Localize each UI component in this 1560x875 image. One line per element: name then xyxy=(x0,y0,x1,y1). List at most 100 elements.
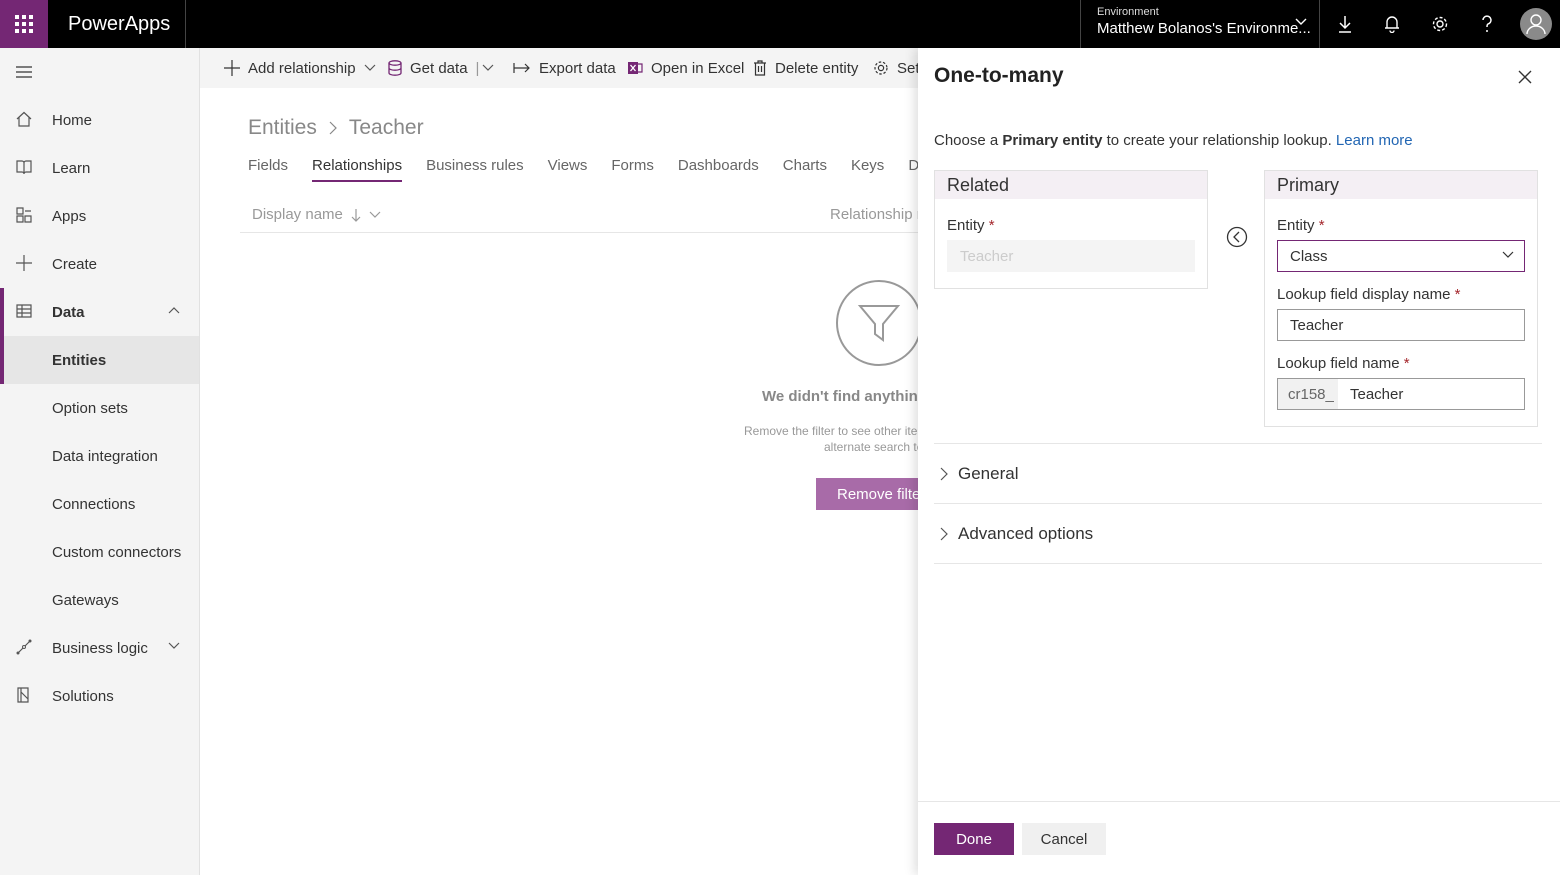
primary-card: Primary Entity * Class Lookup field disp… xyxy=(1264,170,1538,427)
app-brand[interactable]: PowerApps xyxy=(48,0,186,48)
empty-state-text: alternate search te xyxy=(824,440,924,454)
export-arrow-icon xyxy=(513,62,539,74)
learn-more-link[interactable]: Learn more xyxy=(1336,132,1413,149)
excel-icon xyxy=(627,60,651,76)
nav-label: Create xyxy=(52,255,98,273)
get-data-dropdown[interactable] xyxy=(482,48,502,88)
delete-entity-button[interactable]: Delete entity xyxy=(753,48,858,88)
notifications-button[interactable] xyxy=(1368,0,1416,48)
close-icon[interactable] xyxy=(1518,70,1532,84)
done-button[interactable]: Done xyxy=(934,823,1014,855)
flow-icon xyxy=(16,639,32,655)
hamburger-icon[interactable] xyxy=(16,66,32,78)
account-button[interactable] xyxy=(1512,0,1560,48)
command-bar: Add relationship Get data | Export data … xyxy=(200,48,920,88)
nav-item-option-sets[interactable]: Option sets xyxy=(0,384,199,432)
nav-label: Custom connectors xyxy=(52,543,182,561)
user-icon xyxy=(1526,13,1546,35)
tab-dashboards[interactable]: Dashboards xyxy=(678,157,759,182)
column-label: Display name xyxy=(252,206,343,223)
column-header-relationship-name[interactable]: Relationship n xyxy=(830,206,925,223)
nav-item-entities[interactable]: Entities xyxy=(0,336,199,384)
sort-down-arrow-icon xyxy=(351,208,361,222)
related-header: Related xyxy=(935,171,1207,199)
left-navigation: Home Learn Apps Create Data Entities Opt… xyxy=(0,48,200,875)
split-divider: | xyxy=(475,59,480,77)
download-button[interactable] xyxy=(1321,0,1369,48)
nav-item-data[interactable]: Data xyxy=(0,288,199,336)
top-bar: PowerApps Environment Matthew Bolanos's … xyxy=(0,0,1560,48)
app-launcher-button[interactable] xyxy=(0,0,48,48)
tab-forms[interactable]: Forms xyxy=(611,157,654,182)
chevron-down-icon xyxy=(1295,18,1307,26)
chevron-right-icon xyxy=(329,121,337,135)
nav-label: Apps xyxy=(52,207,87,225)
help-button[interactable] xyxy=(1463,0,1511,48)
label-text: Lookup field name xyxy=(1277,355,1400,372)
nav-label: Data integration xyxy=(52,447,158,465)
tab-business-rules[interactable]: Business rules xyxy=(426,157,524,182)
chevron-down-icon xyxy=(1502,251,1514,259)
chevron-down-icon xyxy=(364,64,384,72)
nav-item-home[interactable]: Home xyxy=(0,96,199,144)
empty-state-text: Remove the filter to see other ite xyxy=(744,424,918,438)
environment-picker[interactable]: Environment Matthew Bolanos's Environme.… xyxy=(1080,0,1320,48)
nav-item-connections[interactable]: Connections xyxy=(0,480,199,528)
home-icon xyxy=(16,111,32,127)
nav-item-apps[interactable]: Apps xyxy=(0,192,199,240)
column-header-display-name[interactable]: Display name xyxy=(252,206,381,223)
environment-label: Environment xyxy=(1097,6,1159,18)
tab-views[interactable]: Views xyxy=(548,157,588,182)
required-marker: * xyxy=(988,217,995,234)
column-label: Relationship n xyxy=(830,206,926,223)
nav-label: Business logic xyxy=(52,639,148,657)
label-text: Lookup field display name xyxy=(1277,286,1451,303)
footer-divider xyxy=(918,801,1560,802)
get-data-button[interactable]: Get data | xyxy=(388,48,479,88)
add-relationship-button[interactable]: Add relationship xyxy=(224,48,384,88)
nav-item-custom-connectors[interactable]: Custom connectors xyxy=(0,528,199,576)
nav-item-solutions[interactable]: Solutions xyxy=(0,672,199,720)
advanced-options-toggle[interactable]: Advanced options xyxy=(934,503,1542,563)
panel-title: One-to-many xyxy=(934,64,1064,87)
nav-item-business-logic[interactable]: Business logic xyxy=(0,624,199,672)
primary-entity-select[interactable]: Class xyxy=(1277,240,1525,272)
label-text: Entity xyxy=(947,217,985,234)
delete-entity-label: Delete entity xyxy=(775,59,859,77)
required-marker: * xyxy=(1318,217,1325,234)
one-to-many-panel: One-to-many Choose a Primary entity to c… xyxy=(918,48,1560,875)
section-divider xyxy=(934,563,1542,564)
nav-item-data-integration[interactable]: Data integration xyxy=(0,432,199,480)
nav-label: Entities xyxy=(52,351,107,369)
tab-keys[interactable]: Keys xyxy=(851,157,884,182)
general-section-label: General xyxy=(958,463,1019,483)
nav-label: Data xyxy=(52,303,85,321)
required-marker: * xyxy=(1403,355,1410,372)
general-section-toggle[interactable]: General xyxy=(934,443,1542,503)
settings-button[interactable] xyxy=(1416,0,1464,48)
database-icon xyxy=(388,60,410,76)
tab-relationships[interactable]: Relationships xyxy=(312,157,403,182)
desc-prefix: Choose a xyxy=(934,132,1003,149)
panel-description: Choose a Primary entity to create your r… xyxy=(934,132,1413,149)
export-data-button[interactable]: Export data xyxy=(513,48,616,88)
settings-command-button[interactable]: Set xyxy=(873,48,920,88)
nav-item-create[interactable]: Create xyxy=(0,240,199,288)
label-text: Entity xyxy=(1277,217,1315,234)
swap-direction-icon[interactable] xyxy=(1226,226,1248,248)
breadcrumb-root[interactable]: Entities xyxy=(248,116,317,140)
open-in-excel-button[interactable]: Open in Excel xyxy=(627,48,744,88)
lookup-display-name-input[interactable]: Teacher xyxy=(1277,309,1525,341)
environment-name: Matthew Bolanos's Environme... xyxy=(1097,20,1311,37)
tab-charts[interactable]: Charts xyxy=(783,157,827,182)
header-divider xyxy=(240,232,918,233)
nav-item-gateways[interactable]: Gateways xyxy=(0,576,199,624)
lookup-field-name-input[interactable]: cr158_ Teacher xyxy=(1277,378,1525,410)
plus-icon xyxy=(16,255,32,271)
nav-item-learn[interactable]: Learn xyxy=(0,144,199,192)
lookup-display-name-label: Lookup field display name * xyxy=(1277,286,1460,303)
cancel-button[interactable]: Cancel xyxy=(1022,823,1106,855)
tab-fields[interactable]: Fields xyxy=(248,157,288,182)
related-entity-label: Entity * xyxy=(947,217,995,234)
primary-header: Primary xyxy=(1265,171,1537,199)
